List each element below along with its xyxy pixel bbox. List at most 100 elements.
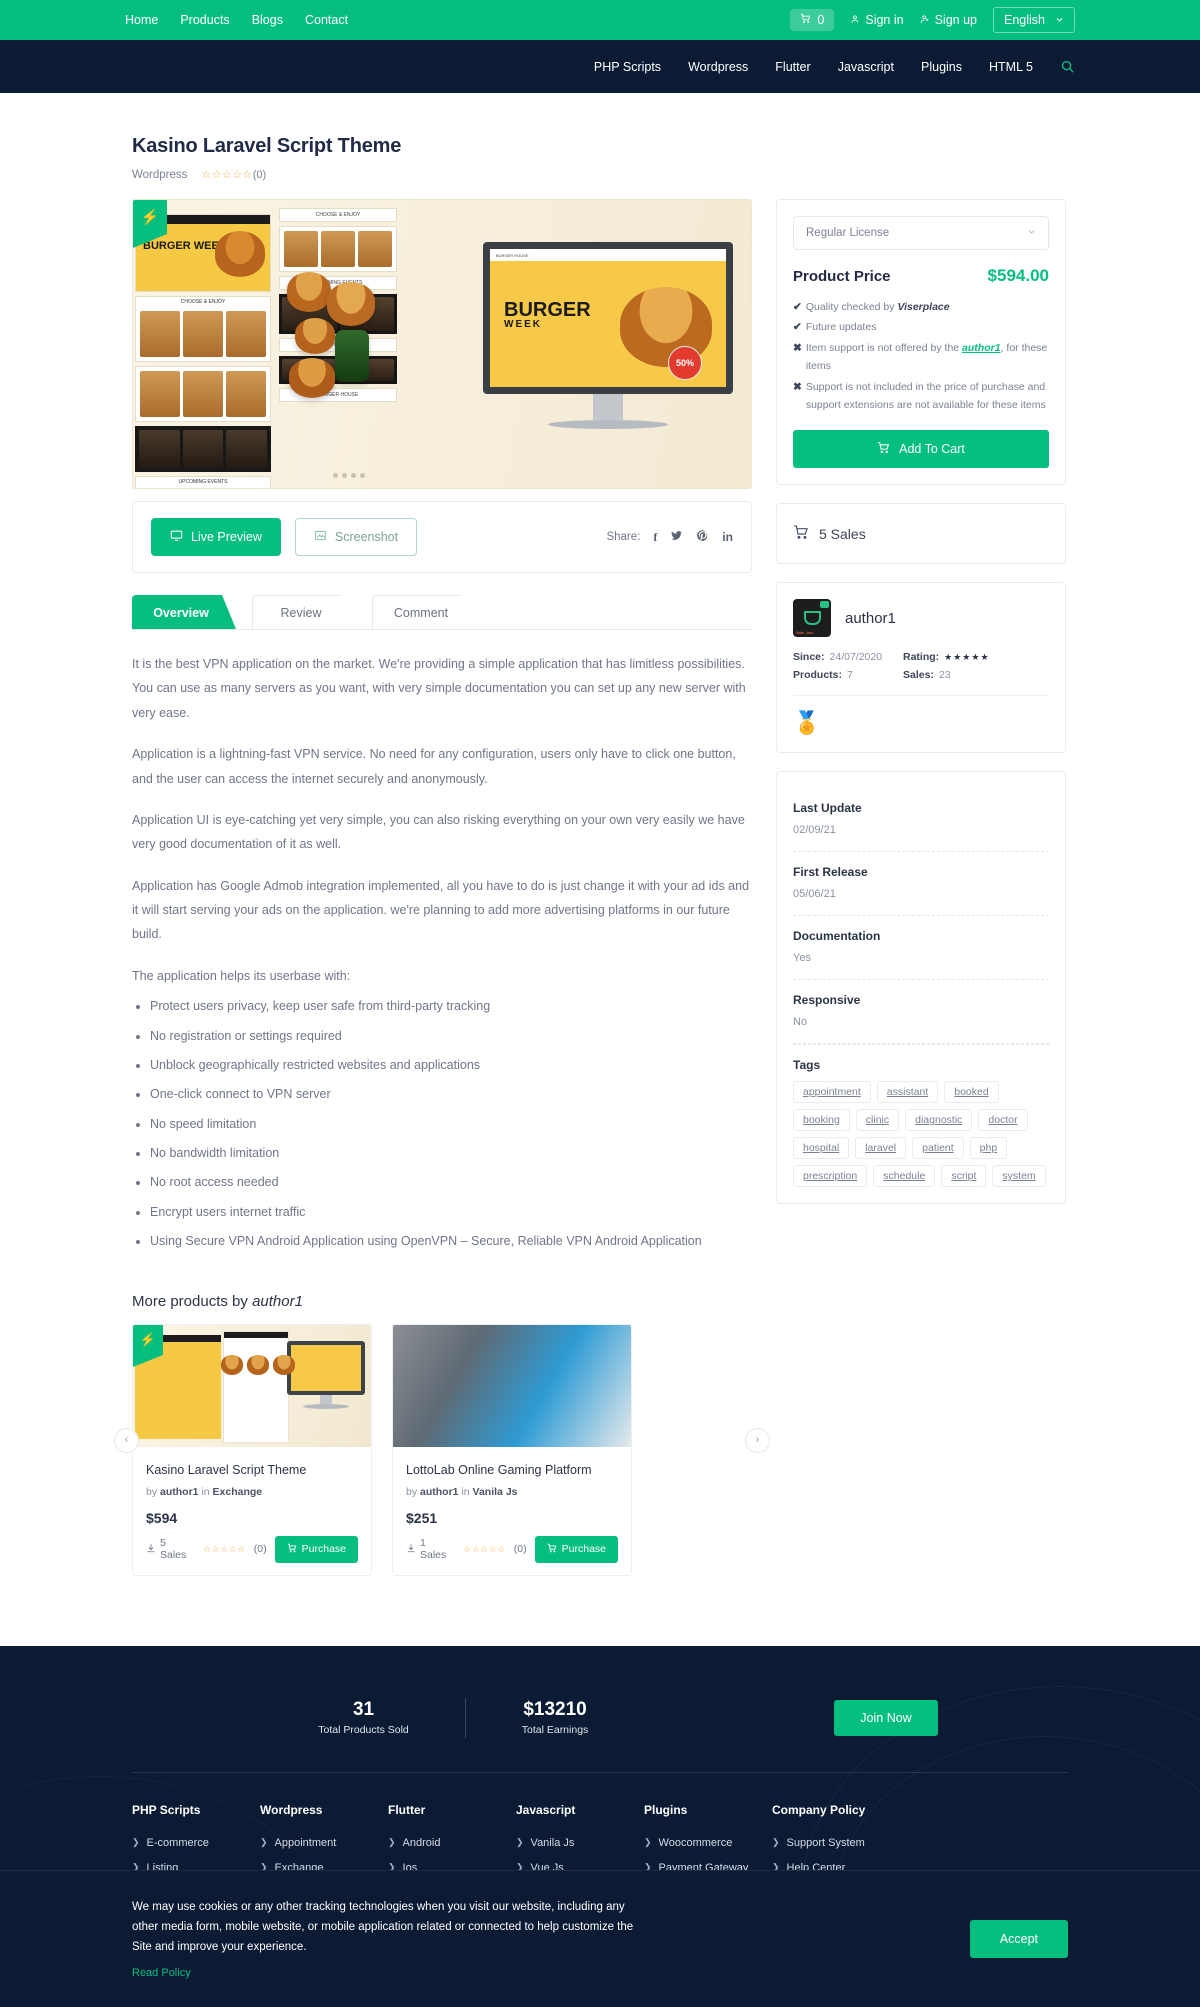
chevron-right-icon: ❯ bbox=[388, 1837, 396, 1847]
screenshot-button[interactable]: Screenshot bbox=[294, 518, 418, 556]
chevron-right-icon: ❯ bbox=[260, 1837, 268, 1847]
topbar-link-blogs[interactable]: Blogs bbox=[252, 13, 283, 27]
tab-overview[interactable]: Overview bbox=[132, 595, 236, 629]
carousel-dots[interactable] bbox=[333, 473, 365, 478]
right-sidebar: Regular License Product Price $594.00 ✔ … bbox=[776, 199, 1066, 1205]
product-category[interactable]: Wordpress bbox=[132, 169, 187, 181]
card-category: Vanila Js bbox=[472, 1485, 518, 1498]
product-card[interactable]: ⚡ Kasino Laravel Script Theme by author1… bbox=[132, 1323, 372, 1576]
chevron-down-icon bbox=[1055, 13, 1064, 27]
avatar-brand-text: Sale_box bbox=[796, 630, 814, 636]
linkedin-icon[interactable]: in bbox=[722, 530, 733, 544]
language-selector[interactable]: English bbox=[993, 7, 1075, 33]
tag-item[interactable]: assistant bbox=[876, 1081, 939, 1104]
tag-item[interactable]: script bbox=[941, 1165, 987, 1188]
footer-link[interactable]: ❯ Appointment bbox=[260, 1837, 388, 1849]
tag-item[interactable]: booked bbox=[944, 1081, 999, 1104]
add-to-cart-button[interactable]: Add To Cart bbox=[793, 430, 1049, 469]
chevron-left-icon[interactable]: ‹ bbox=[114, 1427, 139, 1453]
tag-item[interactable]: system bbox=[992, 1165, 1046, 1188]
tag-item[interactable]: appointment bbox=[793, 1081, 871, 1104]
cart-button[interactable]: 0 bbox=[790, 9, 835, 31]
tag-item[interactable]: doctor bbox=[978, 1109, 1028, 1132]
sign-up-button[interactable]: Sign up bbox=[920, 13, 977, 27]
join-now-button[interactable]: Join Now bbox=[834, 1699, 938, 1736]
author-name[interactable]: author1 bbox=[845, 610, 896, 627]
nav-flutter[interactable]: Flutter bbox=[775, 60, 810, 74]
footer-link[interactable]: ❯ Support System bbox=[772, 1837, 865, 1849]
nav-php-scripts[interactable]: PHP Scripts bbox=[594, 60, 661, 74]
topbar-link-contact[interactable]: Contact bbox=[305, 13, 348, 27]
cross-icon: ✖ bbox=[793, 341, 802, 354]
purchase-button[interactable]: Purchase bbox=[534, 1535, 618, 1563]
tag-item[interactable]: clinic bbox=[855, 1109, 900, 1132]
sign-in-button[interactable]: Sign in bbox=[850, 13, 904, 27]
nav-plugins[interactable]: Plugins bbox=[921, 60, 962, 74]
footer-column-title: PHP Scripts bbox=[132, 1802, 201, 1817]
tag-item[interactable]: php bbox=[969, 1137, 1008, 1160]
sign-up-label: Sign up bbox=[934, 13, 977, 27]
read-policy-link[interactable]: Read Policy bbox=[132, 1967, 191, 1979]
list-item: Protect users privacy, keep user safe fr… bbox=[150, 994, 752, 1018]
topbar-link-home[interactable]: Home bbox=[125, 13, 158, 27]
product-card-body: Kasino Laravel Script Theme by author1 i… bbox=[133, 1447, 371, 1575]
tags-section: Tags appointment assistant booked bookin… bbox=[793, 1044, 1049, 1188]
tag-item[interactable]: laravel bbox=[855, 1137, 907, 1160]
chevron-right-icon: ❯ bbox=[772, 1837, 780, 1847]
purchase-label: Purchase bbox=[561, 1543, 606, 1555]
main-nav: PHP Scripts Wordpress Flutter Javascript… bbox=[0, 40, 1200, 93]
twitter-icon[interactable] bbox=[670, 529, 683, 545]
stat-label: Total Products Sold bbox=[318, 1724, 409, 1736]
avatar[interactable]: Sale_box bbox=[793, 599, 831, 638]
mockup-events-label: UPCOMING EVENTS bbox=[135, 476, 271, 488]
footer-link[interactable]: ❯ Vanila Js bbox=[516, 1837, 644, 1849]
nav-javascript[interactable]: Javascript bbox=[838, 60, 894, 74]
tag-item[interactable]: patient bbox=[912, 1137, 964, 1160]
tab-comment[interactable]: Comment bbox=[372, 595, 476, 629]
product-preview-image[interactable]: ⚡ BURGER WEEK CHOOSE & ENJOY UPCOMING EV… bbox=[132, 199, 752, 489]
tag-item[interactable]: hospital bbox=[793, 1137, 850, 1160]
card-author-name: author1 bbox=[160, 1485, 199, 1498]
sales-count-row: 5 Sales bbox=[793, 520, 1049, 547]
accept-cookies-button[interactable]: Accept bbox=[969, 1919, 1068, 1958]
tag-item[interactable]: prescription bbox=[793, 1165, 868, 1188]
product-card-title[interactable]: LottoLab Online Gaming Platform bbox=[406, 1463, 592, 1477]
nav-wordpress[interactable]: Wordpress bbox=[688, 60, 748, 74]
footer-link[interactable]: ❯ E-commerce bbox=[132, 1837, 260, 1849]
author-link[interactable]: author1 bbox=[962, 342, 1001, 354]
basket-icon bbox=[803, 611, 821, 626]
product-card[interactable]: LottoLab Online Gaming Platform by autho… bbox=[392, 1323, 632, 1576]
nav-html5[interactable]: HTML 5 bbox=[989, 60, 1033, 74]
product-card-sales: 5 Sales bbox=[146, 1537, 195, 1561]
author-badge-row: 🏅 bbox=[793, 695, 1049, 736]
detail-value: 05/06/21 bbox=[793, 888, 836, 901]
feature-text: Item support is not offered by the bbox=[805, 341, 963, 354]
facebook-icon[interactable]: f bbox=[653, 530, 657, 545]
mockup-choose-label: CHOOSE & ENJOY bbox=[180, 299, 226, 305]
search-icon[interactable] bbox=[1060, 59, 1075, 74]
footer-link[interactable]: ❯ Android bbox=[388, 1837, 516, 1849]
live-preview-button[interactable]: Live Preview bbox=[151, 518, 281, 556]
medal-icon: 🏅 bbox=[793, 710, 821, 736]
cart-count: 0 bbox=[817, 13, 825, 27]
footer-link[interactable]: ❯ Woocommerce bbox=[644, 1837, 772, 1849]
chevron-right-icon: ❯ bbox=[132, 1837, 140, 1847]
pinterest-icon[interactable] bbox=[696, 529, 709, 545]
product-card-title[interactable]: Kasino Laravel Script Theme bbox=[146, 1463, 306, 1477]
tag-item[interactable]: diagnostic bbox=[905, 1109, 973, 1132]
purchase-label: Purchase bbox=[301, 1543, 346, 1555]
tab-review[interactable]: Review bbox=[252, 595, 356, 629]
tag-item[interactable]: schedule bbox=[873, 1165, 936, 1188]
check-icon: ✔ bbox=[793, 301, 802, 313]
description-paragraph: Application has Google Admob integration… bbox=[132, 878, 750, 942]
purchase-button[interactable]: Purchase bbox=[274, 1535, 358, 1563]
topbar-link-products[interactable]: Products bbox=[180, 13, 229, 27]
mockup-monitor: BURGER HOUSE BURGER WEEK 50% bbox=[483, 242, 733, 429]
tag-item[interactable]: booking bbox=[793, 1109, 850, 1132]
product-meta-row: Wordpress ☆☆☆☆☆(0) bbox=[132, 168, 1068, 182]
license-select[interactable]: Regular License bbox=[793, 216, 1049, 250]
chevron-right-icon[interactable]: › bbox=[745, 1427, 770, 1453]
mockup-events-text: UPCOMING EVENTS bbox=[178, 479, 228, 485]
rating-stars: ☆☆☆☆☆ bbox=[201, 169, 253, 181]
product-rating: ☆☆☆☆☆(0) bbox=[201, 168, 266, 181]
